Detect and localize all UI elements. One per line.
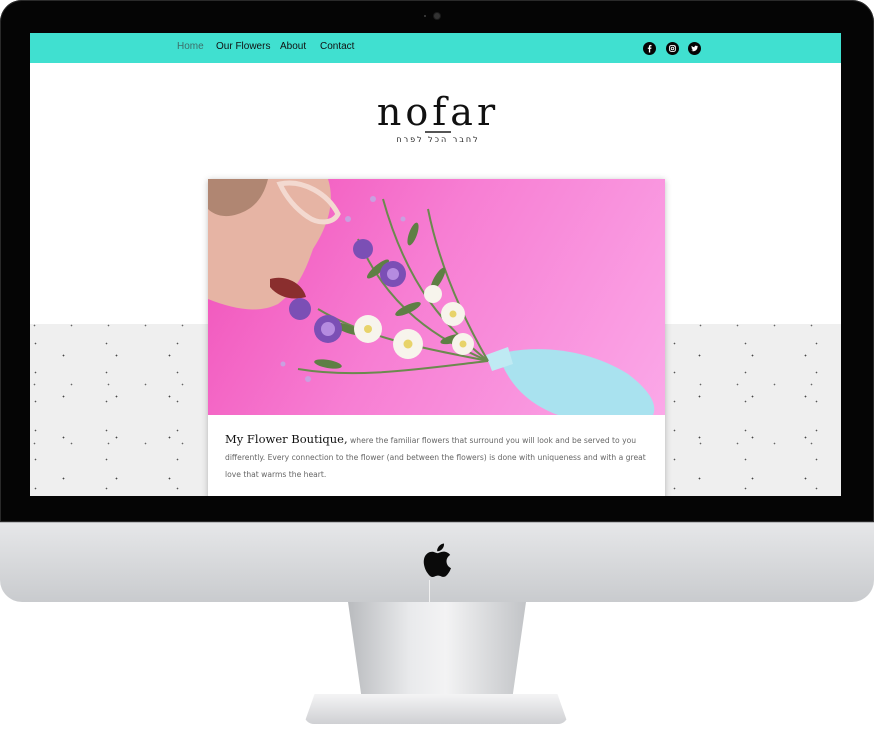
twitter-icon[interactable] [688,42,701,55]
logo-wordmark: nofar [376,90,500,134]
boutique-description: My Flower Boutique, where the familiar f… [225,431,649,483]
woman-eating-flowers-image [208,179,655,415]
imac-stand-neck [348,602,526,702]
nav-item-contact[interactable]: Contact [320,41,354,52]
hero-photo [208,179,665,415]
website-screen: Home Our Flowers About Contact nofar לחב… [30,33,841,496]
boutique-title: My Flower Boutique, [225,432,348,446]
logo-tagline: לחבר הכל לפרח [396,135,480,144]
top-navigation-bar: Home Our Flowers About Contact [30,33,841,63]
imac-stand-base [304,694,568,724]
webcam-icon [434,13,440,19]
nav-item-our-flowers[interactable]: Our Flowers [216,41,270,52]
nav-item-home[interactable]: Home [177,41,204,52]
instagram-icon[interactable] [666,42,679,55]
logo-divider [425,131,451,133]
facebook-icon[interactable] [643,42,656,55]
brand-logo[interactable]: nofar לחבר הכל לפרח [363,93,513,149]
ambient-light-sensor [424,15,426,17]
apple-logo-icon [423,543,451,578]
boutique-card: My Flower Boutique, where the familiar f… [208,179,665,496]
nav-item-about[interactable]: About [280,41,306,52]
